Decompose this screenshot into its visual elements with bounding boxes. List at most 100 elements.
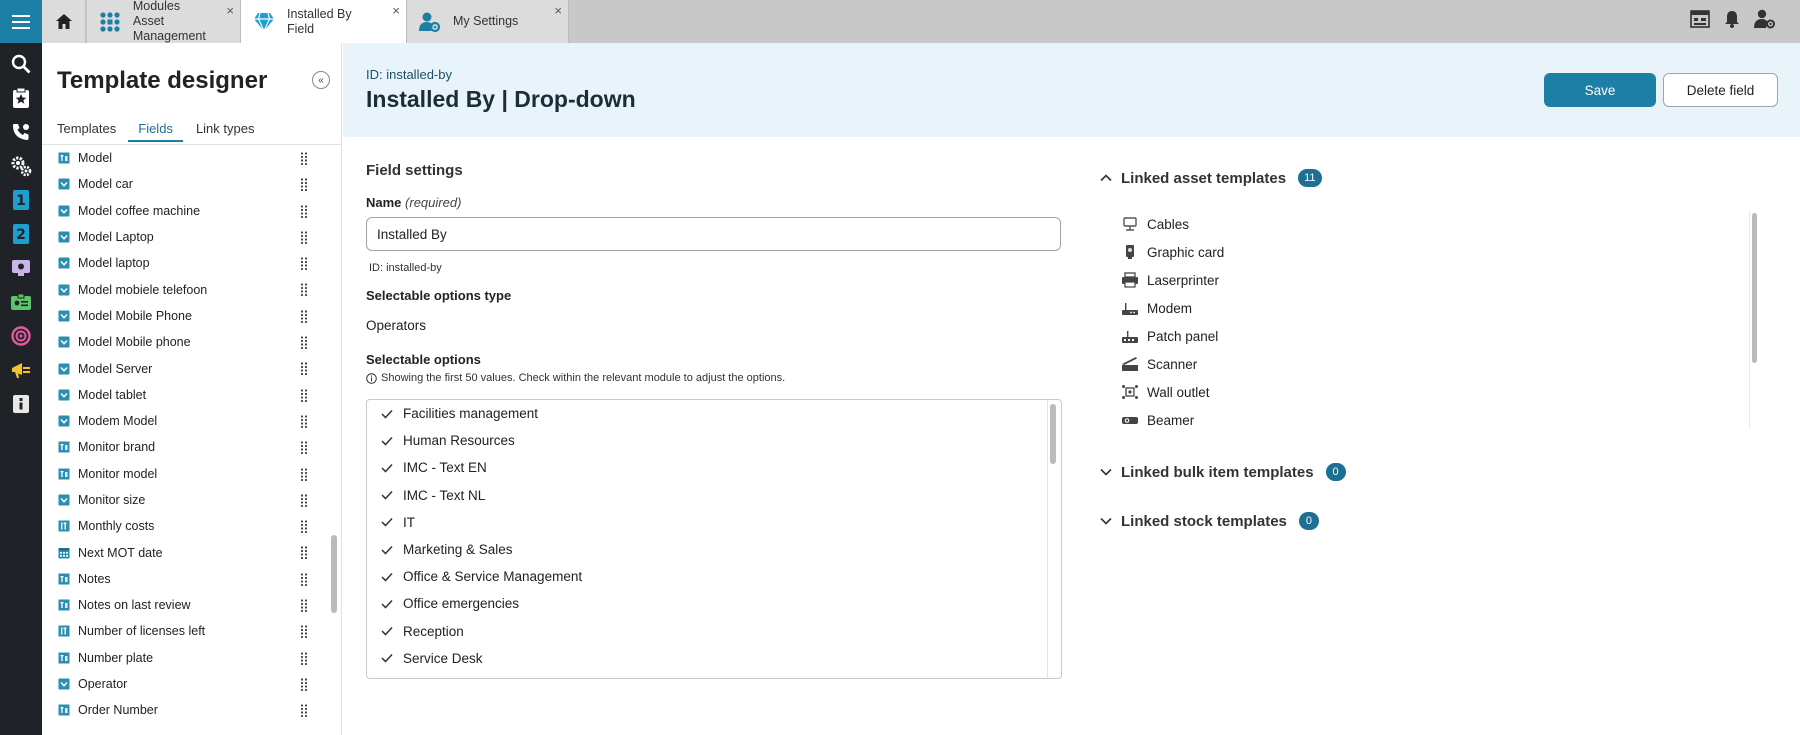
option-item[interactable]: Office emergencies bbox=[367, 590, 1061, 617]
option-item[interactable]: Office & Service Management bbox=[367, 563, 1061, 590]
drag-handle-icon[interactable] bbox=[300, 310, 308, 323]
field-list-item[interactable]: Model car bbox=[42, 171, 341, 197]
rail-announcements[interactable] bbox=[0, 353, 42, 387]
drag-handle-icon[interactable] bbox=[300, 178, 308, 192]
drag-handle-icon[interactable] bbox=[300, 520, 308, 534]
drag-handle-icon[interactable] bbox=[300, 678, 308, 692]
drag-handle-icon[interactable] bbox=[300, 652, 308, 665]
delete-field-button[interactable]: Delete field bbox=[1663, 73, 1778, 107]
field-list-item[interactable]: Model tablet bbox=[42, 382, 341, 408]
tab-modules[interactable]: Modules Asset Management × bbox=[87, 0, 241, 43]
drag-handle-icon[interactable] bbox=[300, 204, 308, 218]
field-list-item[interactable]: Monitor brand bbox=[42, 434, 341, 460]
field-list-item[interactable]: Next MOT date bbox=[42, 539, 341, 565]
drag-handle-icon[interactable] bbox=[300, 573, 308, 586]
field-list-item[interactable]: Notes bbox=[42, 566, 341, 592]
linked-asset-item[interactable]: Modem bbox=[1121, 294, 1741, 322]
rail-first-line[interactable]: 1 bbox=[0, 183, 42, 217]
linked-asset-item[interactable]: Beamer bbox=[1121, 406, 1741, 428]
field-list-item[interactable]: Number of licenses left bbox=[42, 618, 341, 644]
rail-assets[interactable] bbox=[0, 285, 42, 319]
option-item[interactable]: Human Resources bbox=[367, 427, 1061, 454]
collapse-sidebar-button[interactable]: « bbox=[312, 71, 330, 89]
drag-handle-icon[interactable] bbox=[300, 283, 308, 297]
field-list-item[interactable]: Model Mobile phone bbox=[42, 329, 341, 355]
drag-handle-icon[interactable] bbox=[300, 599, 308, 613]
field-list-item[interactable]: Operator bbox=[42, 671, 341, 697]
linked-bulk-templates-toggle[interactable]: Linked bulk item templates 0 bbox=[1099, 463, 1346, 481]
field-list-item[interactable]: Model laptop bbox=[42, 250, 341, 276]
user-settings-icon[interactable] bbox=[1754, 9, 1776, 34]
option-item[interactable]: IMC - Text EN bbox=[367, 454, 1061, 481]
linked-stock-templates-toggle[interactable]: Linked stock templates 0 bbox=[1099, 512, 1319, 530]
rail-knowledge[interactable] bbox=[0, 387, 42, 421]
option-item[interactable]: Service Desk bbox=[367, 645, 1061, 672]
option-item[interactable]: Facilities management bbox=[367, 400, 1061, 427]
linked-asset-item[interactable]: Graphic card bbox=[1121, 238, 1741, 266]
save-button[interactable]: Save bbox=[1544, 73, 1656, 107]
close-icon[interactable]: × bbox=[554, 3, 562, 18]
drag-handle-icon[interactable] bbox=[300, 625, 308, 639]
name-input[interactable] bbox=[366, 217, 1061, 251]
drag-handle-icon[interactable] bbox=[300, 152, 308, 166]
close-icon[interactable]: × bbox=[226, 3, 234, 18]
rail-second-line[interactable]: 2 bbox=[0, 217, 42, 251]
rail-calls[interactable] bbox=[0, 115, 42, 149]
sidebar-scrollbar[interactable] bbox=[331, 535, 337, 613]
option-item[interactable]: Marketing & Sales bbox=[367, 536, 1061, 563]
rail-search[interactable] bbox=[0, 47, 42, 81]
rail-problems[interactable] bbox=[0, 251, 42, 285]
monitor-alert-icon bbox=[12, 260, 30, 276]
tab-installed-by[interactable]: Installed By Field × bbox=[241, 0, 407, 43]
field-list-item[interactable]: Model Laptop bbox=[42, 224, 341, 250]
options-scrollbar[interactable] bbox=[1050, 404, 1056, 464]
close-icon[interactable]: × bbox=[392, 3, 400, 18]
field-list-item[interactable]: Monthly costs bbox=[42, 513, 341, 539]
drag-handle-icon[interactable] bbox=[300, 704, 308, 718]
rail-settings[interactable] bbox=[0, 149, 42, 183]
home-tab[interactable] bbox=[42, 0, 86, 43]
drag-handle-icon[interactable] bbox=[300, 546, 308, 560]
linked-asset-item[interactable]: Cables bbox=[1121, 210, 1741, 238]
field-list-item[interactable]: Model coffee machine bbox=[42, 198, 341, 224]
rail-favorites[interactable] bbox=[0, 81, 42, 115]
field-list-item[interactable]: Model Server bbox=[42, 355, 341, 381]
drag-handle-icon[interactable] bbox=[300, 389, 308, 402]
linked-asset-templates-toggle[interactable]: Linked asset templates 11 bbox=[1099, 169, 1322, 187]
linked-asset-item[interactable]: Wall outlet bbox=[1121, 378, 1741, 406]
option-item[interactable]: Reception bbox=[367, 618, 1061, 645]
linked-asset-item[interactable]: Laserprinter bbox=[1121, 266, 1741, 294]
check-icon bbox=[381, 653, 393, 663]
drag-handle-icon[interactable] bbox=[300, 362, 308, 376]
drag-handle-icon[interactable] bbox=[300, 231, 308, 244]
field-list-item[interactable]: Order Number bbox=[42, 697, 341, 723]
asset-scrollbar[interactable] bbox=[1752, 213, 1757, 363]
linked-asset-item[interactable]: Scanner bbox=[1121, 350, 1741, 378]
drag-handle-icon[interactable] bbox=[300, 467, 308, 481]
menu-icon[interactable] bbox=[0, 0, 42, 43]
field-list-item[interactable]: Modem Model bbox=[42, 408, 341, 434]
field-list-item[interactable]: Notes on last review bbox=[42, 592, 341, 618]
field-list-item[interactable]: Monitor model bbox=[42, 461, 341, 487]
field-list-item[interactable]: Model mobiele telefoon bbox=[42, 276, 341, 302]
linked-asset-item[interactable]: Patch panel bbox=[1121, 322, 1741, 350]
drag-handle-icon[interactable] bbox=[300, 415, 308, 429]
field-list-item[interactable]: Model bbox=[42, 145, 341, 171]
drag-handle-icon[interactable] bbox=[300, 336, 308, 350]
field-list-item[interactable]: Monitor size bbox=[42, 487, 341, 513]
tab-my-settings[interactable]: My Settings × bbox=[407, 0, 569, 43]
option-item[interactable]: IT bbox=[367, 509, 1061, 536]
drag-handle-icon[interactable] bbox=[300, 257, 308, 271]
tab-templates[interactable]: Templates bbox=[57, 121, 125, 142]
field-list-item[interactable]: Model Mobile Phone bbox=[42, 303, 341, 329]
left-navigation-rail: 1 2 bbox=[0, 43, 42, 735]
tab-link-types[interactable]: Link types bbox=[196, 121, 264, 142]
dashboard-icon[interactable] bbox=[1690, 10, 1710, 33]
drag-handle-icon[interactable] bbox=[300, 494, 308, 507]
tab-fields[interactable]: Fields bbox=[128, 121, 183, 142]
field-list-item[interactable]: Number plate bbox=[42, 645, 341, 671]
option-item[interactable]: IMC - Text NL bbox=[367, 482, 1061, 509]
rail-planning[interactable] bbox=[0, 319, 42, 353]
drag-handle-icon[interactable] bbox=[300, 441, 308, 455]
bell-icon[interactable] bbox=[1724, 10, 1740, 33]
